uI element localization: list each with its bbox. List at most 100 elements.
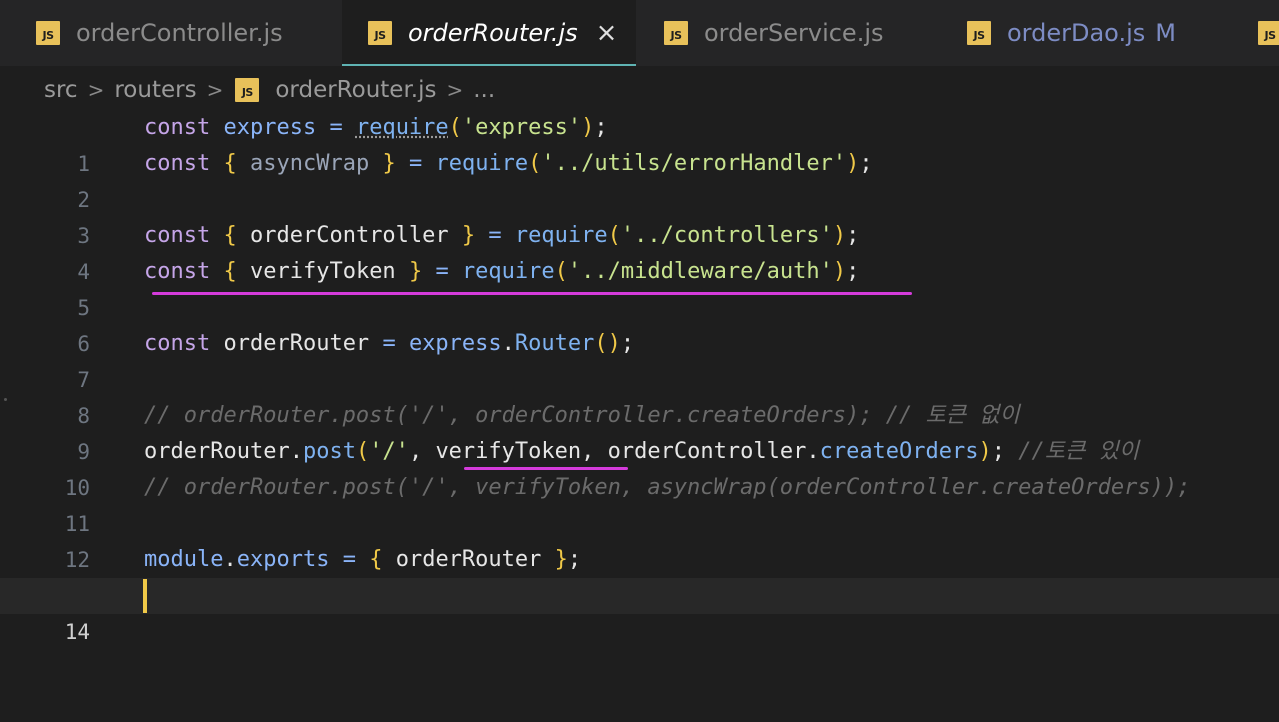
modified-indicator: M <box>1155 19 1176 47</box>
code-line[interactable]: 6 <box>0 290 1279 356</box>
token: orderController <box>607 439 807 464</box>
code-editor[interactable]: 1 const express = require('express'); 2 … <box>0 110 1279 644</box>
code-line[interactable]: 5 const { verifyToken } = require('../mi… <box>0 254 1279 320</box>
token: ; <box>859 151 873 176</box>
line-number: 14 <box>64 620 90 644</box>
token: ; <box>594 115 608 140</box>
token: ( <box>528 151 542 176</box>
tab-order-router[interactable]: JS orderRouter.js × <box>342 0 636 66</box>
code-line[interactable]: 9 // orderRouter.post('/', orderControll… <box>0 398 1279 464</box>
token: module <box>144 547 224 572</box>
token: = <box>408 151 423 176</box>
token: ) <box>832 259 847 284</box>
tab-label: orderService.js <box>704 19 884 47</box>
editor-tab-bar: JS orderController.js JS orderRouter.js … <box>0 0 1279 66</box>
token: '../middleware/auth' <box>567 259 833 284</box>
tab-order-dao[interactable]: JS orderDao.js M <box>967 0 1176 66</box>
token: = <box>329 115 343 140</box>
token: verifyToken <box>435 439 582 464</box>
token: ; <box>846 223 860 248</box>
code-content: const express = require('express'); <box>144 110 608 146</box>
token: = <box>435 259 449 284</box>
token: } <box>554 547 568 572</box>
code-content: module.exports = { orderRouter }; <box>144 542 581 578</box>
token: ; <box>991 439 1006 464</box>
token: const <box>144 259 211 284</box>
token: express <box>223 115 317 140</box>
code-line-current[interactable]: 14 <box>0 578 1279 644</box>
code-content: const { asyncWrap } = require('../utils/… <box>144 146 873 182</box>
code-content: orderRouter.post('/', verifyToken, order… <box>144 434 1139 470</box>
breadcrumb-separator: > <box>206 78 224 102</box>
token: const <box>144 331 211 356</box>
token: } <box>461 223 476 248</box>
code-line[interactable]: 12 <box>0 506 1279 572</box>
token: require <box>514 223 608 248</box>
code-line[interactable]: 10 orderRouter.post('/', verifyToken, or… <box>0 434 1279 500</box>
token: ) <box>846 151 860 176</box>
breadcrumb: src > routers > JS orderRouter.js > ... <box>0 66 1279 114</box>
code-line[interactable]: 7 const orderRouter = express.Router(); <box>0 326 1279 392</box>
code-line[interactable]: 2 const { asyncWrap } = require('../util… <box>0 146 1279 212</box>
token: () <box>594 331 621 356</box>
token: const <box>144 115 211 140</box>
code-line[interactable]: 1 const express = require('express'); <box>0 110 1279 176</box>
code-line[interactable]: 4 const { orderController } = require('.… <box>0 218 1279 284</box>
breadcrumb-separator: > <box>87 78 105 102</box>
token: ; <box>846 259 860 284</box>
token: orderRouter <box>144 439 290 464</box>
token: = <box>342 547 356 572</box>
token: const <box>144 151 211 176</box>
breadcrumb-separator: > <box>446 78 464 102</box>
token: orderRouter <box>395 547 542 572</box>
token: require <box>435 151 529 176</box>
tab-label: orderController.js <box>76 19 283 47</box>
token: 'express' <box>461 115 582 140</box>
code-comment: // orderRouter.post('/', verifyToken, as… <box>144 475 1191 500</box>
token: createOrders <box>819 439 979 464</box>
code-line[interactable]: 13 module.exports = { orderRouter }; <box>0 542 1279 608</box>
breadcrumb-file[interactable]: orderRouter.js <box>275 77 436 103</box>
token: ) <box>581 115 595 140</box>
token: } <box>382 151 396 176</box>
token: Router <box>514 331 595 356</box>
breadcrumb-symbols[interactable]: ... <box>473 77 495 103</box>
token: exports <box>236 547 330 572</box>
tab-label: orderRouter.js <box>408 19 578 47</box>
close-icon[interactable]: × <box>596 18 618 48</box>
tab-overflow[interactable]: JS <box>1258 0 1279 66</box>
code-line[interactable]: 11 // orderRouter.post('/', verifyToken,… <box>0 470 1279 536</box>
token: . <box>223 547 237 572</box>
token: ( <box>554 259 568 284</box>
js-file-icon: JS <box>36 21 60 45</box>
tab-order-controller[interactable]: JS orderController.js <box>36 0 283 66</box>
token: '../utils/errorHandler' <box>541 151 847 176</box>
code-line[interactable]: 3 <box>0 182 1279 248</box>
token: require <box>355 115 449 140</box>
token: ( <box>448 115 462 140</box>
code-comment: // orderRouter.post('/', orderController… <box>144 403 1020 428</box>
breadcrumb-src[interactable]: src <box>44 77 78 103</box>
breadcrumb-routers[interactable]: routers <box>114 77 196 103</box>
token: ( <box>355 439 370 464</box>
code-content: const { verifyToken } = require('../midd… <box>144 254 859 290</box>
token: //토큰 있이 <box>1018 439 1139 464</box>
token: ( <box>607 223 621 248</box>
token: require <box>461 259 555 284</box>
token: ) <box>978 439 992 464</box>
token: { <box>369 547 383 572</box>
token: express <box>408 331 502 356</box>
js-file-icon: JS <box>967 21 991 45</box>
code-line[interactable]: 8 <box>0 362 1279 428</box>
token: '../controllers' <box>620 223 833 248</box>
token: orderRouter <box>223 331 370 356</box>
tab-order-service[interactable]: JS orderService.js <box>664 0 884 66</box>
token: ) <box>832 223 847 248</box>
token: = <box>382 331 396 356</box>
token: = <box>488 223 502 248</box>
token: orderController <box>249 223 449 248</box>
token: . <box>289 439 303 464</box>
token: } <box>408 259 423 284</box>
token: asyncWrap <box>249 151 370 176</box>
token: '/' <box>369 439 409 464</box>
